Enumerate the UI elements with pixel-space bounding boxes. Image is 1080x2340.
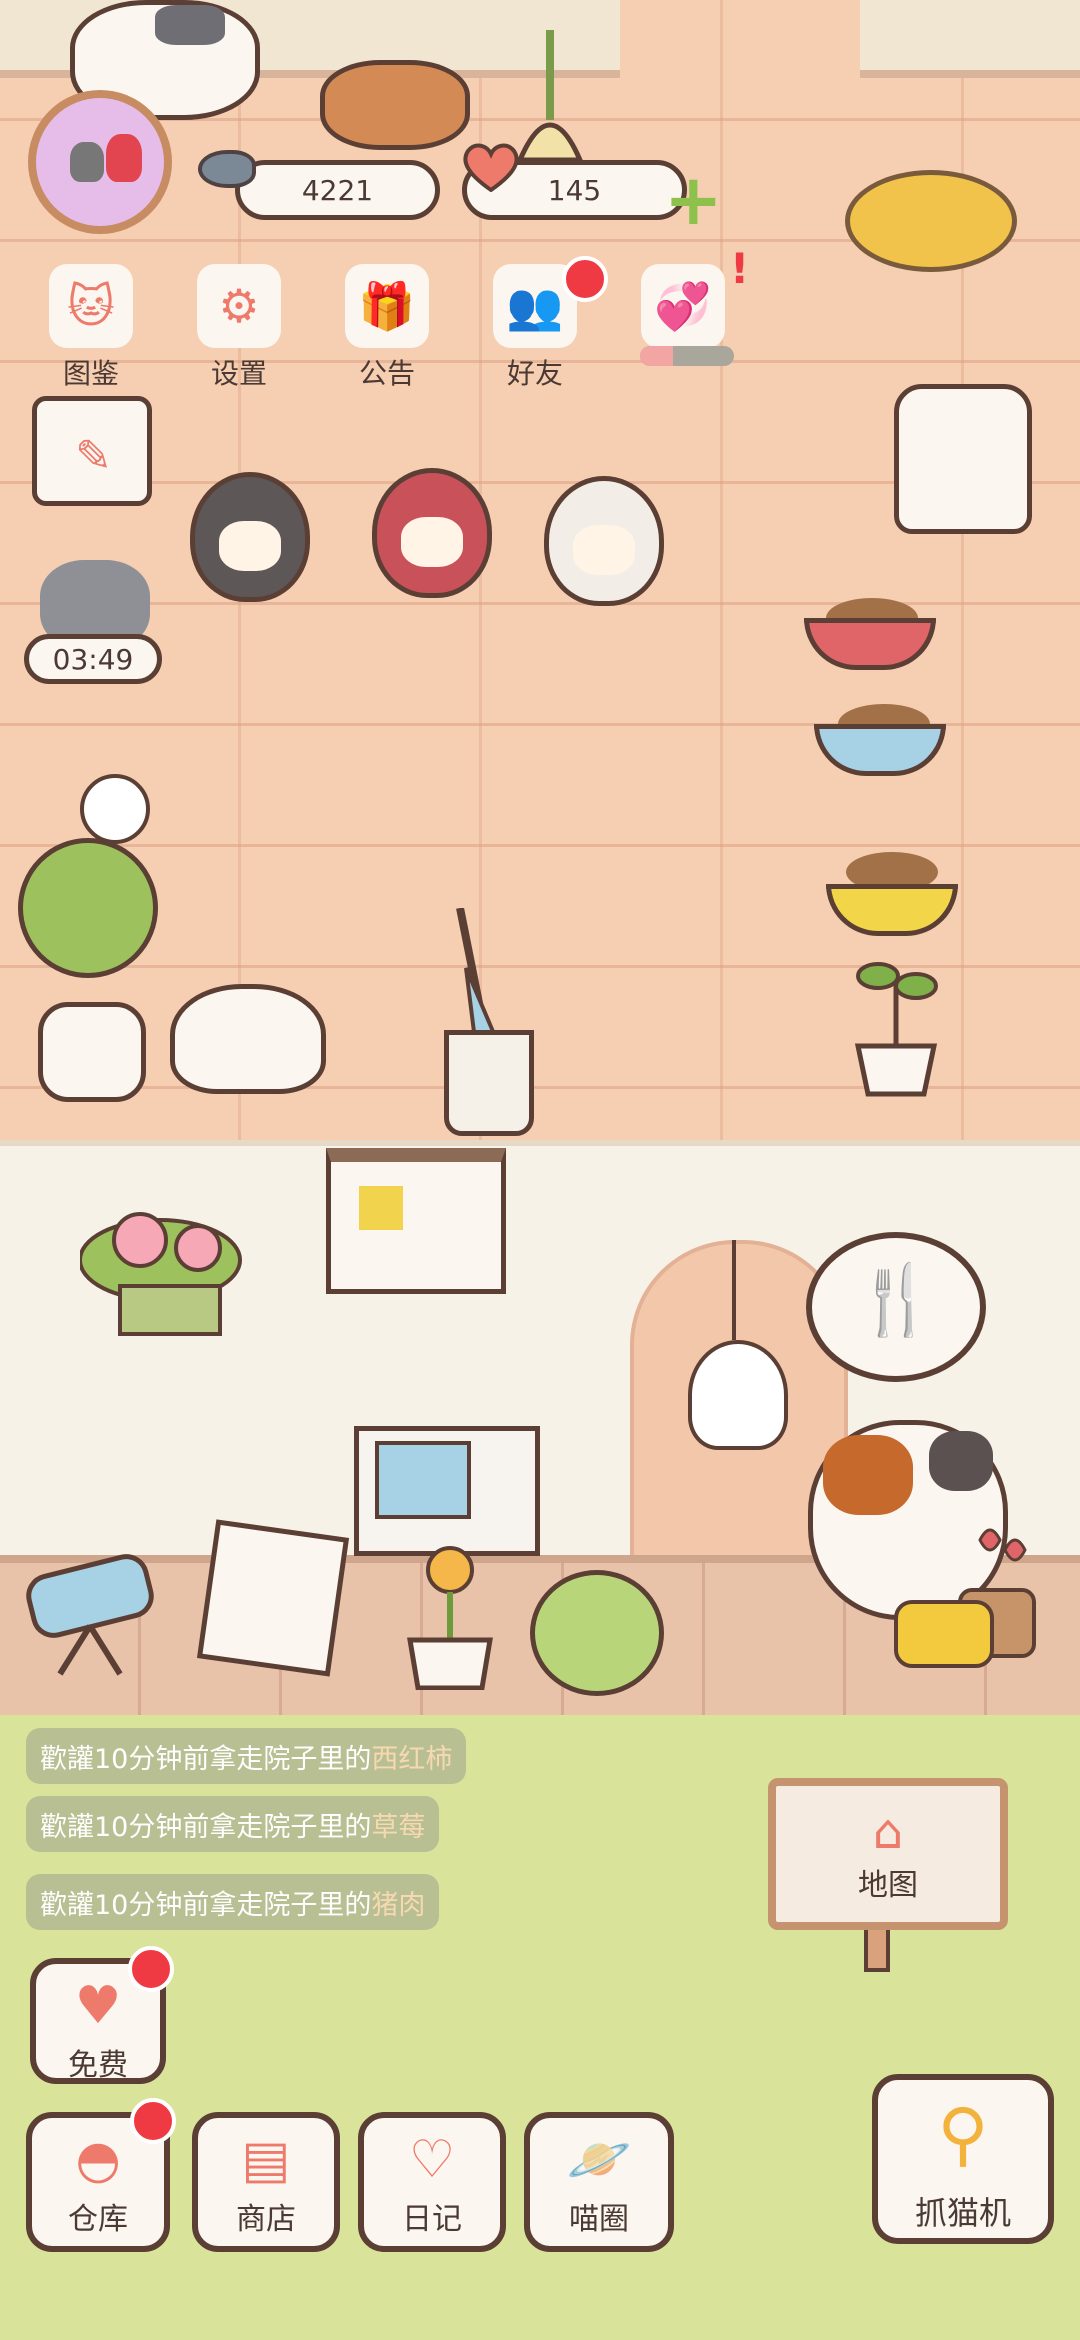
message-user: 歡讙 [40,1889,94,1921]
meow-circle-button[interactable]: 🪐 喵圈 [524,2112,674,2252]
white-flower-decor [80,774,150,844]
shop-button[interactable]: ▤ 商店 [192,2112,340,2252]
teru-teru-bozu-doll[interactable] [688,1340,788,1450]
love-alert-icon: ! [730,244,750,293]
storage-notification-dot [130,2098,176,2144]
guide-button[interactable]: 🐱 图鉴 [36,264,146,394]
friends-label: 好友 [506,357,563,390]
tree-pot-sack [38,1002,146,1102]
guide-label: 图鉴 [62,357,119,390]
heart-hands-icon: 💞 [641,264,725,348]
map-sign-button[interactable]: ⌂ 地图 [768,1778,1008,1930]
heart-amount: 145 [547,173,602,207]
settings-label: 设置 [210,357,267,390]
storage-label: 仓库 [68,2202,128,2237]
daily-task-calendar[interactable]: ✎ [32,396,152,506]
shop-icon: ▤ [241,2130,291,2190]
cat-head-icon: 🐱 [49,264,133,348]
white-cat-sleeping[interactable] [170,984,326,1094]
owl-doll-white[interactable] [544,476,664,606]
umbrella-stand[interactable] [444,1030,534,1136]
claw-icon: ⚲ [937,2093,989,2175]
diary-label: 日记 [402,2202,462,2237]
mushroom-basket[interactable] [320,60,470,150]
activity-message: 歡讙 10分钟前拿走院子里的 草莓 [26,1796,440,1852]
painting-easel[interactable] [182,1508,354,1704]
yellow-boots[interactable] [894,1600,994,1668]
meow-circle-label: 喵圈 [569,2202,629,2237]
notice-label: 公告 [358,357,415,390]
pencil-icon: ✎ [75,431,112,482]
window-right [860,0,1080,78]
claw-machine-label: 抓猫机 [914,2194,1011,2232]
message-item: 西红柿 [371,1743,453,1775]
love-button[interactable]: 💞 [628,264,738,394]
settings-button[interactable]: ⚙ 设置 [184,264,294,394]
coin-counter: 4221 [235,160,440,220]
fish-coin-icon [198,150,256,188]
friends-notification-dot [562,256,608,302]
add-hearts-button[interactable]: + [664,165,723,235]
avatar-red-cat [106,134,142,182]
message-text: 10分钟前拿走院子里的 [94,1889,372,1921]
avatar-gray-cat [70,142,104,182]
message-text: 10分钟前拿走院子里的 [94,1811,372,1843]
love-progress-fill [640,346,673,366]
message-item: 草莓 [371,1811,426,1843]
message-text: 10分钟前拿走院子里的 [94,1743,372,1775]
owl-doll-red[interactable] [372,468,492,598]
telescope-decor[interactable] [20,1546,170,1676]
laundry-basket[interactable] [354,1426,540,1556]
free-label: 免费 [68,2048,128,2083]
flowering-shrub[interactable] [530,1570,664,1696]
orange-flower-pot[interactable] [400,1540,500,1690]
sprout-pot[interactable] [848,946,944,1098]
activity-message: 歡讙 10分钟前拿走院子里的 猪肉 [26,1874,440,1930]
wall-calendar[interactable] [326,1148,506,1294]
free-notification-dot [128,1946,174,1992]
cat-planet-icon: 🪐 [566,2130,632,2190]
activity-message: 歡讙 10分钟前拿走院子里的 西红柿 [26,1728,467,1784]
map-label: 地图 [858,1868,918,1903]
rice-cooker[interactable] [894,384,1032,534]
ghost-string [732,1240,736,1340]
claw-machine-button[interactable]: ⚲ 抓猫机 [872,2074,1054,2244]
shop-label: 商店 [236,2202,296,2237]
fork-knife-icon: 🍴 [853,1261,939,1340]
gift-icon: 🎁 [345,264,429,348]
player-avatar[interactable] [28,90,172,234]
message-item: 猪肉 [371,1889,426,1921]
diary-book-icon: ♡ [408,2130,456,2190]
coin-amount: 4221 [301,173,374,207]
notice-button[interactable]: 🎁 公告 [332,264,442,394]
house-icon: ⌂ [872,1804,904,1860]
countdown-timer: 03:49 [24,634,162,684]
potted-tree[interactable] [18,838,158,978]
timer-text: 03:49 [52,642,134,676]
love-progress-bar [640,346,734,366]
pink-flower-pot[interactable] [80,1200,255,1340]
diary-button[interactable]: ♡ 日记 [358,2112,506,2252]
message-user: 歡讙 [40,1743,94,1775]
pie-decor[interactable] [845,170,1017,272]
gear-icon: ⚙ [197,264,281,348]
heart-currency-icon [463,143,519,192]
owl-doll-gray[interactable] [190,472,310,602]
message-user: 歡讙 [40,1811,94,1843]
